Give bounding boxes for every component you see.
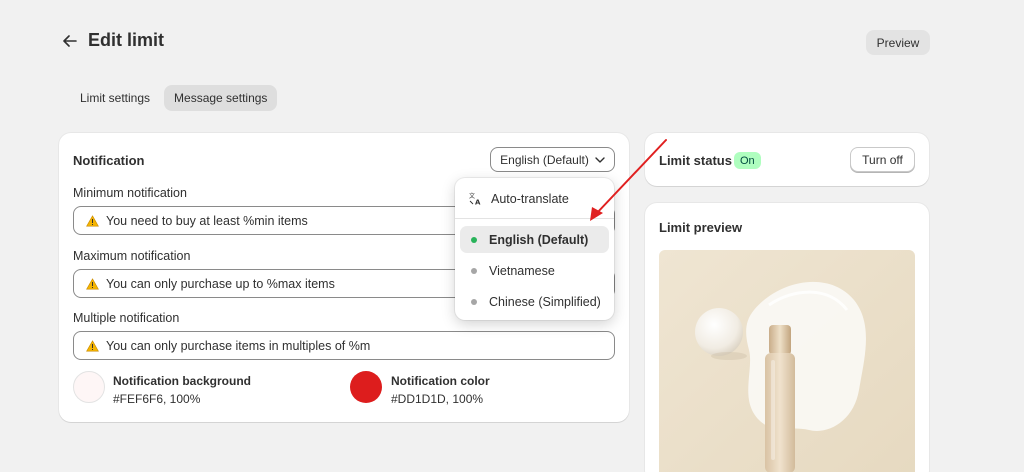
maximum-notification-value: You can only purchase up to %max items [106,276,335,291]
language-option-vietnamese[interactable]: Vietnamese [460,257,609,284]
tab-message-settings[interactable]: Message settings [164,85,278,111]
maximum-notification-label: Maximum notification [73,249,191,263]
language-option-label: English (Default) [489,232,589,247]
warning-icon [86,277,99,290]
page-title: Edit limit [88,30,164,50]
turn-off-button[interactable]: Turn off [850,147,915,172]
limit-preview-title: Limit preview [659,220,743,235]
notification-background-swatch[interactable] [73,371,105,403]
arrow-left-icon[interactable] [62,33,78,49]
language-option-label: Chinese (Simplified) [489,294,601,309]
auto-translate-option[interactable]: 文A Auto-translate [460,185,609,212]
dropdown-divider [455,218,614,219]
auto-translate-label: Auto-translate [491,191,569,206]
language-option-english[interactable]: English (Default) [460,226,609,253]
svg-text:A: A [475,199,481,206]
status-dot-icon [471,236,477,243]
warning-icon [86,339,99,352]
tab-limit-settings[interactable]: Limit settings [70,85,160,111]
language-dropdown-menu: 文A Auto-translate English (Default) Viet… [455,178,614,320]
language-select-value: English (Default) [500,152,589,167]
translate-icon: 文A [469,192,482,205]
notification-title: Notification [73,153,145,168]
language-select[interactable]: English (Default) [490,147,615,172]
status-badge: On [734,152,761,169]
limit-preview-card: Limit preview [645,203,929,472]
warning-icon [86,214,99,227]
notification-color-swatch[interactable] [350,371,382,403]
minimum-notification-value: You need to buy at least %min items [106,213,308,228]
multiple-notification-input[interactable]: You can only purchase items in multiples… [73,331,615,360]
status-dot-icon [471,267,477,274]
language-option-chinese[interactable]: Chinese (Simplified) [460,288,609,315]
tab-bar: Limit settings Message settings [70,85,278,111]
chevron-down-icon [595,156,605,163]
product-image [659,250,915,472]
notification-color-label: Notification color [391,374,490,388]
preview-button[interactable]: Preview [866,30,930,55]
multiple-notification-value: You can only purchase items in multiples… [106,338,371,353]
page-header: Edit limit [62,30,164,51]
limit-status-title: Limit status [659,153,732,168]
notification-background-label: Notification background [113,374,251,388]
limit-status-card: Limit status On Turn off [645,133,929,186]
status-dot-icon [471,298,477,305]
minimum-notification-label: Minimum notification [73,186,187,200]
language-option-label: Vietnamese [489,263,555,278]
notification-color-value: #DD1D1D, 100% [391,392,484,406]
multiple-notification-label: Multiple notification [73,311,180,325]
notification-background-value: #FEF6F6, 100% [113,392,201,406]
